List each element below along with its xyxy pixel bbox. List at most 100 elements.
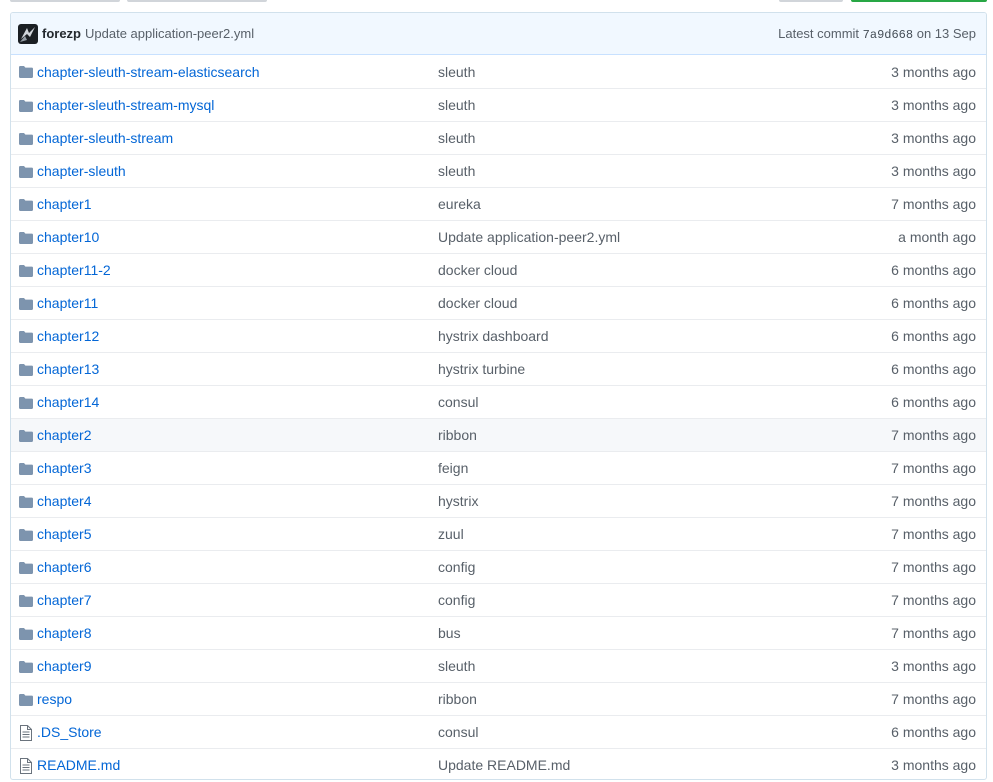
file-name-link[interactable]: chapter-sleuth [37,163,126,179]
last-commit-age: 7 months ago [891,691,976,707]
last-commit-message-link[interactable]: sleuth [438,97,475,113]
file-name-link[interactable]: chapter-sleuth-stream [37,130,173,146]
file-name-link[interactable]: chapter3 [37,460,91,476]
file-row[interactable]: chapter12 hystrix dashboard 6 months ago [11,319,986,352]
file-row[interactable]: .DS_Store consul 6 months ago [11,715,986,748]
file-row[interactable]: chapter8 bus 7 months ago [11,616,986,649]
last-commit-age: 7 months ago [891,427,976,443]
file-row[interactable]: chapter11 docker cloud 6 months ago [11,286,986,319]
last-commit-message-link[interactable]: hystrix turbine [438,361,525,377]
file-row[interactable]: respo ribbon 7 months ago [11,682,986,715]
file-name-link[interactable]: chapter2 [37,427,91,443]
file-row[interactable]: chapter11-2 docker cloud 6 months ago [11,253,986,286]
file-name-link[interactable]: chapter5 [37,526,91,542]
file-name-link[interactable]: chapter8 [37,625,91,641]
file-directory-icon [18,593,34,609]
last-commit-age: a month ago [898,229,976,245]
avatar[interactable] [18,23,38,44]
last-commit-message-link[interactable]: consul [438,394,478,410]
last-commit-age: 3 months ago [891,97,976,113]
file-name-link[interactable]: .DS_Store [37,724,102,740]
last-commit-age: 7 months ago [891,625,976,641]
file-directory-icon [18,461,34,477]
commit-tease: forezp Update application-peer2.yml Late… [11,13,986,55]
file-row[interactable]: chapter14 consul 6 months ago [11,385,986,418]
file-directory-icon [18,64,34,80]
last-commit-message-link[interactable]: Update README.md [438,757,570,773]
file-directory-icon [18,395,34,411]
file-name-link[interactable]: chapter12 [37,328,99,344]
file-list: chapter-sleuth-stream-elasticsearch sleu… [11,55,986,779]
file-name-link[interactable]: chapter11-2 [37,262,111,278]
file-row[interactable]: chapter1 eureka 7 months ago [11,187,986,220]
file-name-link[interactable]: chapter13 [37,361,99,377]
last-commit-message-link[interactable]: sleuth [438,64,475,80]
last-commit-message-link[interactable]: sleuth [438,130,475,146]
file-row[interactable]: chapter5 zuul 7 months ago [11,517,986,550]
latest-commit-info: Latest commit 7a9d668 on 13 Sep [778,26,976,42]
file-row[interactable]: chapter4 hystrix 7 months ago [11,484,986,517]
file-name-link[interactable]: chapter1 [37,196,91,212]
last-commit-message-link[interactable]: ribbon [438,427,477,443]
last-commit-message-link[interactable]: config [438,559,475,575]
file-row[interactable]: chapter7 config 7 months ago [11,583,986,616]
last-commit-age: 6 months ago [891,262,976,278]
last-commit-message-link[interactable]: zuul [438,526,464,542]
file-name-link[interactable]: chapter11 [37,295,98,311]
file-directory-icon [18,98,34,114]
last-commit-age: 6 months ago [891,361,976,377]
commit-author[interactable]: forezp [42,26,81,41]
toolbar-button-remnant[interactable] [779,0,843,2]
clone-download-button-remnant[interactable] [851,0,987,2]
file-row[interactable]: chapter13 hystrix turbine 6 months ago [11,352,986,385]
file-name-link[interactable]: chapter14 [37,394,99,410]
file-name-link[interactable]: chapter-sleuth-stream-mysql [37,97,214,113]
file-directory-icon [18,560,34,576]
last-commit-message-link[interactable]: eureka [438,196,481,212]
file-name-link[interactable]: chapter7 [37,592,91,608]
file-directory-icon [18,659,34,675]
file-row[interactable]: chapter3 feign 7 months ago [11,451,986,484]
commit-message[interactable]: Update application-peer2.yml [85,26,254,41]
file-row[interactable]: README.md Update README.md 3 months ago [11,748,986,779]
last-commit-message-link[interactable]: docker cloud [438,295,517,311]
file-directory-icon [18,527,34,543]
last-commit-message-link[interactable]: ribbon [438,691,477,707]
file-name-link[interactable]: README.md [37,757,120,773]
file-row[interactable]: chapter-sleuth-stream sleuth 3 months ag… [11,121,986,154]
last-commit-age: 3 months ago [891,63,976,80]
file-name-link[interactable]: chapter10 [37,229,99,245]
commit-sha[interactable]: 7a9d668 [863,28,913,42]
last-commit-message-link[interactable]: hystrix dashboard [438,328,549,344]
file-name-link[interactable]: respo [37,691,72,707]
last-commit-message-link[interactable]: consul [438,724,478,740]
last-commit-age: 7 months ago [891,526,976,542]
last-commit-age: 6 months ago [891,394,976,410]
last-commit-age: 7 months ago [891,493,976,509]
file-name-link[interactable]: chapter4 [37,493,91,509]
last-commit-age: 7 months ago [891,196,976,212]
file-row[interactable]: chapter9 sleuth 3 months ago [11,649,986,682]
last-commit-message-link[interactable]: sleuth [438,163,475,179]
file-name-link[interactable]: chapter6 [37,559,91,575]
toolbar-button-remnant[interactable] [127,0,267,2]
file-name-link[interactable]: chapter-sleuth-stream-elasticsearch [37,64,260,80]
latest-commit-label: Latest commit [778,25,860,41]
last-commit-message-link[interactable]: config [438,592,475,608]
file-row[interactable]: chapter-sleuth sleuth 3 months ago [11,154,986,187]
toolbar-button-remnant[interactable] [10,0,120,2]
last-commit-message-link[interactable]: Update application-peer2.yml [438,229,620,245]
last-commit-message-link[interactable]: bus [438,625,461,641]
file-row[interactable]: chapter2 ribbon 7 months ago [11,418,986,451]
last-commit-message-link[interactable]: feign [438,460,468,476]
file-browser: forezp Update application-peer2.yml Late… [10,12,987,780]
last-commit-message-link[interactable]: sleuth [438,658,475,674]
file-row[interactable]: chapter6 config 7 months ago [11,550,986,583]
last-commit-message-link[interactable]: docker cloud [438,262,517,278]
last-commit-message-link[interactable]: hystrix [438,493,478,509]
file-row[interactable]: chapter-sleuth-stream-elasticsearch sleu… [11,55,986,88]
file-name-link[interactable]: chapter9 [37,658,91,674]
file-row[interactable]: chapter-sleuth-stream-mysql sleuth 3 mon… [11,88,986,121]
file-row[interactable]: chapter10 Update application-peer2.yml a… [11,220,986,253]
last-commit-age: 3 months ago [891,757,976,773]
